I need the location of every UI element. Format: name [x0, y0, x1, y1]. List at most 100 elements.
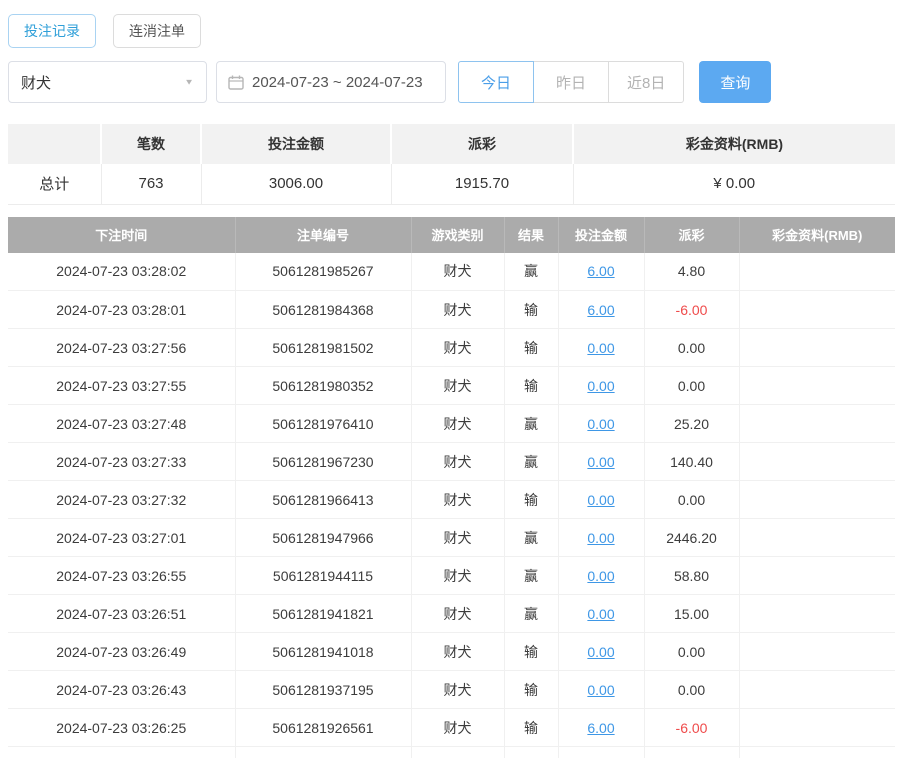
bet-amount-link[interactable]: 0.00	[587, 606, 614, 622]
bet-amount-link[interactable]: 0.00	[587, 378, 614, 394]
cell-payout: 140.40	[644, 442, 740, 481]
summary-total-row: 总计 763 3006.00 1915.70 ¥ 0.00	[8, 164, 895, 205]
table-row: 2024-07-23 03:28:01 5061281984368 财犬输 6.00 -…	[8, 290, 895, 329]
bet-amount-link[interactable]: 0.00	[587, 644, 614, 660]
cell-bonus	[739, 252, 895, 291]
cell-bet-amount: 0.00	[558, 328, 645, 367]
header-bonus: 彩金资料(RMB)	[739, 216, 895, 253]
last-8-days-button[interactable]: 近8日	[608, 61, 685, 103]
cell-bonus	[739, 480, 895, 519]
bet-amount-link[interactable]: 0.00	[587, 682, 614, 698]
bet-amount-link[interactable]: 6.00	[587, 302, 614, 318]
cell-result: 赢	[504, 442, 559, 481]
cell-bet-amount: 0.00	[558, 442, 645, 481]
cell-payout: 0.00	[644, 632, 740, 671]
cell-result: 输	[504, 670, 559, 709]
cell-bet-time: 2024-07-23 03:26:43	[8, 670, 236, 709]
cell-game-type: 财犬	[411, 290, 505, 329]
cell-bet-time: 2024-07-23 03:27:01	[8, 518, 236, 557]
date-range-picker[interactable]: 2024-07-23 ~ 2024-07-23	[216, 61, 446, 103]
cell-game-type: 财犬	[411, 480, 505, 519]
cell-payout: -6.00	[644, 746, 740, 758]
tab-cancelled-orders[interactable]: 连消注单	[113, 14, 201, 48]
table-row: 2024-07-23 03:26:25 5061281926561 财犬输 6.00 -…	[8, 708, 895, 747]
calendar-icon	[228, 75, 244, 90]
cell-payout: -6.00	[644, 708, 740, 747]
cell-bonus	[739, 670, 895, 709]
betting-records-page: 投注记录 连消注单 财犬 ▼ 2024-07-23 ~ 2024-07-23 今…	[0, 0, 903, 758]
cell-bonus	[739, 746, 895, 758]
bet-amount-link[interactable]: 0.00	[587, 568, 614, 584]
cell-payout: 58.80	[644, 556, 740, 595]
table-row: 2024-07-23 03:27:56 5061281981502 财犬输 0.00 0…	[8, 328, 895, 367]
cell-bonus	[739, 708, 895, 747]
cell-bet-amount: 0.00	[558, 594, 645, 633]
cell-bonus	[739, 290, 895, 329]
bet-table-body: 2024-07-23 03:28:02 5061281985267 财犬赢 6.00 4…	[8, 252, 895, 758]
bet-amount-link[interactable]: 0.00	[587, 530, 614, 546]
bet-amount-link[interactable]: 0.00	[587, 492, 614, 508]
date-range-value: 2024-07-23 ~ 2024-07-23	[252, 73, 423, 91]
cell-order-number: 5061281941018	[235, 632, 412, 671]
cell-game-type: 财犬	[411, 708, 505, 747]
cell-order-number: 5061281980352	[235, 366, 412, 405]
bet-amount-link[interactable]: 6.00	[587, 263, 614, 279]
cell-result: 赢	[504, 594, 559, 633]
chevron-down-icon: ▼	[184, 77, 194, 87]
table-row: 2024-07-23 03:26:49 5061281941018 财犬输 0.00 0…	[8, 632, 895, 671]
cell-game-type: 财犬	[411, 252, 505, 291]
search-button[interactable]: 查询	[699, 61, 772, 103]
summary-header-count: 笔数	[101, 124, 202, 164]
cell-result: 输	[504, 708, 559, 747]
table-row: 2024-07-23 03:26:245061281925717财犬输6.00-…	[8, 746, 895, 758]
cell-game-type: 财犬	[411, 404, 505, 443]
cell-bet-amount: 6.00	[558, 746, 645, 758]
cell-result: 输	[504, 366, 559, 405]
cell-payout: 0.00	[644, 328, 740, 367]
cell-order-number: 5061281985267	[235, 252, 412, 291]
cell-order-number: 5061281984368	[235, 290, 412, 329]
cell-bet-amount: 0.00	[558, 480, 645, 519]
quick-date-buttons: 今日 昨日 近8日	[458, 61, 685, 103]
cell-game-type: 财犬	[411, 632, 505, 671]
cell-result: 输	[504, 328, 559, 367]
cell-bet-amount: 0.00	[558, 366, 645, 405]
cell-bonus	[739, 518, 895, 557]
table-row: 2024-07-23 03:26:43 5061281937195 财犬输 0.00 0…	[8, 670, 895, 709]
cell-order-number: 5061281966413	[235, 480, 412, 519]
summary-total-bonus: ¥ 0.00	[573, 164, 895, 205]
cell-payout: -6.00	[644, 290, 740, 329]
bet-amount-link[interactable]: 0.00	[587, 454, 614, 470]
cell-game-type: 财犬	[411, 366, 505, 405]
table-row: 2024-07-23 03:27:01 5061281947966 财犬赢 0.00 2…	[8, 518, 895, 557]
cell-bet-amount: 0.00	[558, 404, 645, 443]
bet-amount-link[interactable]: 6.00	[587, 720, 614, 736]
cell-bet-time: 2024-07-23 03:26:51	[8, 594, 236, 633]
cell-bet-time: 2024-07-23 03:27:33	[8, 442, 236, 481]
today-button[interactable]: 今日	[458, 61, 534, 103]
table-row: 2024-07-23 03:27:48 5061281976410 财犬赢 0.00 2…	[8, 404, 895, 443]
summary-table: 笔数 投注金额 派彩 彩金资料(RMB) 总计 763 3006.00 1915…	[8, 124, 895, 205]
header-result: 结果	[504, 216, 559, 253]
cell-order-number: 5061281967230	[235, 442, 412, 481]
cell-bonus	[739, 594, 895, 633]
yesterday-button[interactable]: 昨日	[533, 61, 609, 103]
cell-result: 赢	[504, 404, 559, 443]
cell-game-type: 财犬	[411, 556, 505, 595]
cell-payout: 25.20	[644, 404, 740, 443]
cell-order-number: 5061281944115	[235, 556, 412, 595]
tab-bet-records[interactable]: 投注记录	[8, 14, 96, 48]
cell-order-number: 5061281926561	[235, 708, 412, 747]
cell-bet-time: 2024-07-23 03:27:32	[8, 480, 236, 519]
cell-bet-time: 2024-07-23 03:26:25	[8, 708, 236, 747]
cell-bet-time: 2024-07-23 03:28:01	[8, 290, 236, 329]
bet-amount-link[interactable]: 0.00	[587, 340, 614, 356]
game-select[interactable]: 财犬 ▼	[8, 61, 207, 103]
summary-header-bonus: 彩金资料(RMB)	[573, 124, 895, 164]
summary-header-bet-amount: 投注金额	[201, 124, 392, 164]
table-row: 2024-07-23 03:27:33 5061281967230 财犬赢 0.00 1…	[8, 442, 895, 481]
game-select-value: 财犬	[21, 74, 52, 92]
bet-amount-link[interactable]: 0.00	[587, 416, 614, 432]
bet-table-header-row: 下注时间 注单编号 游戏类别 结果 投注金额 派彩 彩金资料(RMB)	[8, 216, 895, 253]
cell-bonus	[739, 366, 895, 405]
